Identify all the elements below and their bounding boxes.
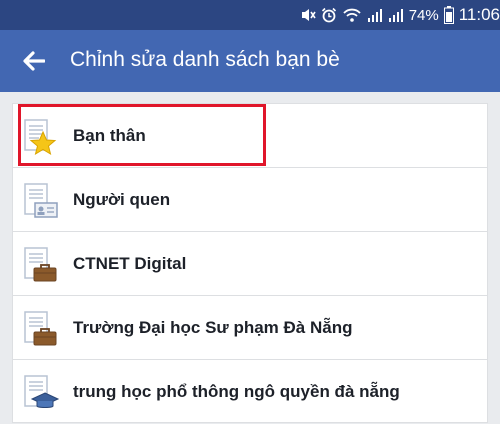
list-item-label: Trường Đại học Sư phạm Đà Nẵng	[73, 318, 353, 337]
briefcase-list-icon	[24, 311, 57, 346]
page-title: Chỉnh sửa danh sách bạn bè	[70, 48, 340, 71]
mute-icon	[301, 9, 316, 21]
status-icons: 74% 11:06	[300, 4, 500, 26]
signal-icon	[367, 9, 382, 22]
star-list-icon	[24, 119, 57, 156]
battery-icon	[443, 6, 454, 24]
list-item-close-friends[interactable]: Bạn thân	[13, 104, 487, 168]
app-bar: Chỉnh sửa danh sách bạn bè	[0, 30, 500, 92]
list-item-label: trung học phổ thông ngô quyền đà nẵng	[73, 382, 400, 401]
list-item-label: Bạn thân	[73, 126, 146, 145]
list-item-acquaintances[interactable]: Người quen	[13, 168, 487, 232]
wifi-icon	[343, 8, 361, 22]
alarm-icon	[321, 7, 336, 23]
battery-percent: 74%	[408, 6, 439, 24]
signal-icon-2	[388, 9, 403, 22]
list-item-ctnet-digital[interactable]: CTNET Digital	[13, 232, 487, 296]
briefcase-list-icon	[24, 247, 57, 282]
list-item-label: CTNET Digital	[73, 254, 187, 273]
status-bar: 74% 11:06	[0, 0, 500, 30]
list-item-high-school[interactable]: trung học phổ thông ngô quyền đà nẵng	[13, 360, 487, 424]
id-card-list-icon	[24, 183, 58, 218]
clock: 11:06	[458, 5, 500, 24]
list-item-label: Người quen	[73, 190, 171, 209]
list-item-university[interactable]: Trường Đại học Sư phạm Đà Nẵng	[13, 296, 487, 360]
graduation-cap-list-icon	[24, 375, 60, 408]
back-button[interactable]	[14, 43, 54, 79]
arrow-left-icon	[23, 51, 45, 71]
friend-list-card: Bạn thân Người quen CTNET Digital Trường…	[12, 103, 488, 423]
